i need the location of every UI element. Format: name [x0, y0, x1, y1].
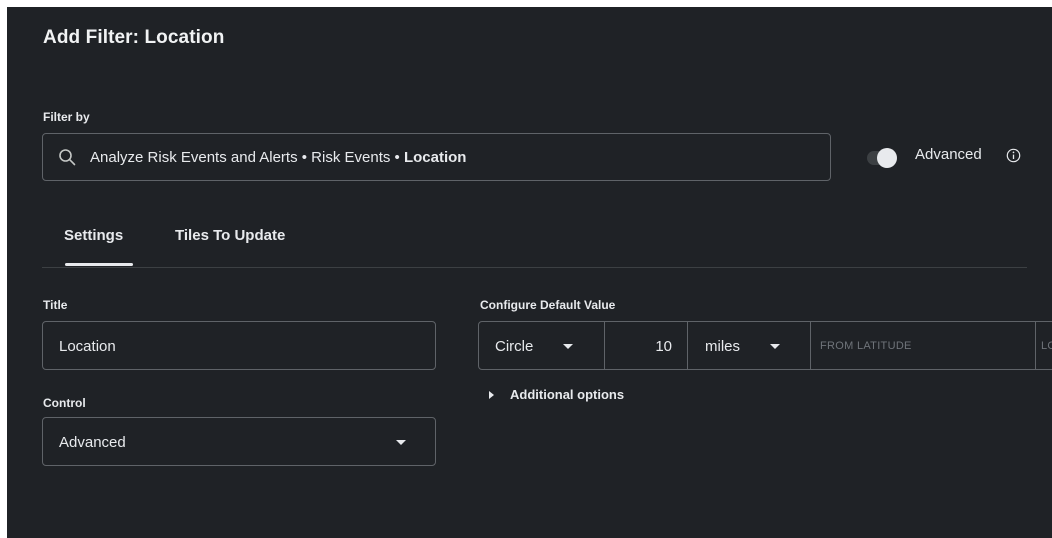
tab-tiles-to-update[interactable]: Tiles To Update [175, 227, 285, 244]
advanced-toggle-knob [877, 148, 897, 168]
additional-options-label: Additional options [510, 387, 625, 402]
caret-right-icon [489, 391, 494, 399]
active-tab-indicator [65, 263, 133, 266]
title-field-label: Title [43, 298, 68, 312]
filter-by-path: Analyze Risk Events and Alerts • Risk Ev… [90, 149, 466, 166]
title-input[interactable] [59, 338, 399, 355]
dialog-title: Add Filter: Location [43, 27, 225, 48]
search-icon [59, 149, 76, 166]
chevron-down-icon [563, 344, 573, 349]
chevron-down-icon [396, 440, 406, 445]
title-field[interactable] [42, 321, 436, 370]
control-field-label: Control [43, 396, 86, 410]
distance-value: 10 [655, 338, 672, 355]
filter-by-label: Filter by [43, 110, 90, 124]
unit-select[interactable]: miles [687, 321, 811, 370]
control-select-value: Advanced [59, 434, 126, 451]
longitude-placeholder-partial: LO [1041, 340, 1052, 352]
shape-select[interactable]: Circle [478, 321, 605, 370]
info-icon[interactable] [1006, 148, 1021, 163]
default-value-label: Configure Default Value [480, 298, 616, 312]
distance-field[interactable]: 10 [604, 321, 688, 370]
advanced-toggle[interactable] [859, 148, 905, 168]
unit-select-value: miles [705, 338, 741, 355]
advanced-toggle-label: Advanced [915, 146, 982, 163]
shape-select-value: Circle [495, 338, 534, 355]
control-select[interactable]: Advanced [42, 417, 436, 466]
chevron-down-icon [770, 344, 780, 349]
filter-by-path-prefix: Analyze Risk Events and Alerts • Risk Ev… [90, 149, 404, 166]
add-filter-dialog: Add Filter: Location Filter by Analyze R… [7, 7, 1052, 538]
longitude-field-partial[interactable]: LO [1035, 321, 1052, 370]
filter-by-path-field: Location [403, 149, 467, 166]
tabs-divider [42, 267, 1027, 268]
from-latitude-field[interactable]: FROM LATITUDE [810, 321, 1036, 370]
tab-settings[interactable]: Settings [64, 227, 123, 244]
from-latitude-placeholder: FROM LATITUDE [820, 340, 912, 352]
filter-by-search-field[interactable]: Analyze Risk Events and Alerts • Risk Ev… [42, 133, 831, 181]
